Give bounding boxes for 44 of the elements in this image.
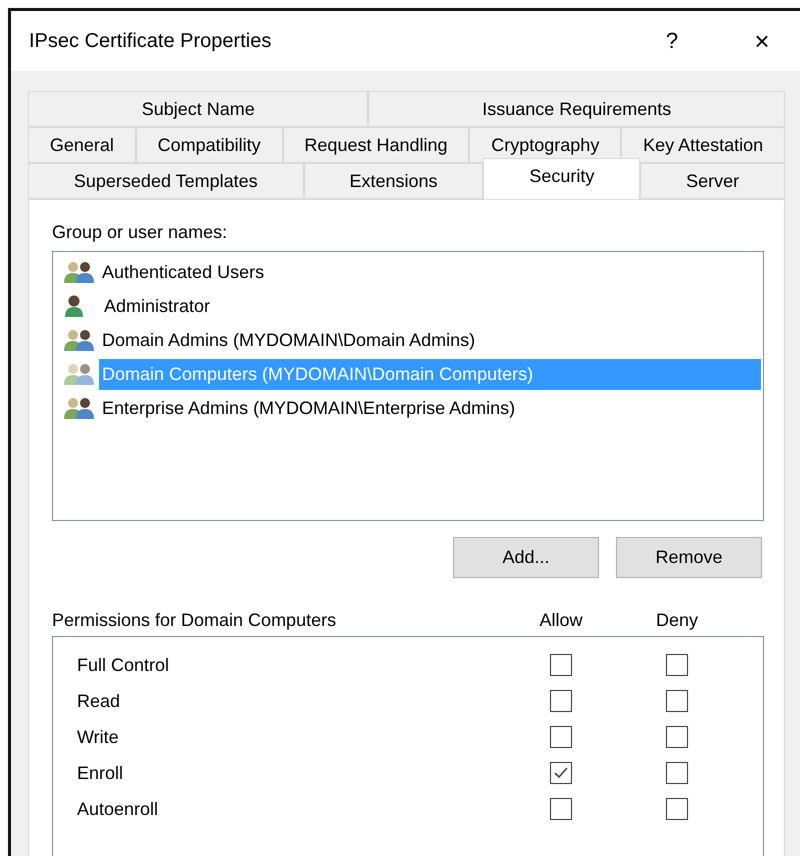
users-icon	[63, 261, 97, 283]
tab[interactable]: Request Handling	[282, 127, 470, 163]
permission-name: Enroll	[77, 762, 124, 784]
allow-checkbox[interactable]	[550, 798, 572, 820]
users-icon	[63, 397, 97, 419]
tab[interactable]: Extensions	[304, 163, 484, 199]
allow-checkbox[interactable]	[550, 726, 572, 748]
user-icon	[65, 295, 83, 317]
allow-checkbox[interactable]	[550, 762, 572, 784]
deny-checkbox[interactable]	[666, 798, 688, 820]
list-item[interactable]: Domain Admins (MYDOMAIN\Domain Admins)	[99, 324, 478, 356]
permissions-label: Permissions for Domain Computers	[52, 610, 338, 630]
deny-checkbox[interactable]	[666, 762, 688, 784]
tab[interactable]: Security	[483, 158, 640, 199]
tab[interactable]: Subject Name	[28, 91, 368, 127]
allow-checkbox[interactable]	[550, 654, 572, 676]
tab[interactable]: General	[28, 127, 136, 163]
list-item[interactable]: Administrator	[101, 290, 214, 322]
list-item[interactable]: Enterprise Admins (MYDOMAIN\Enterprise Admins)	[99, 392, 518, 424]
member-list[interactable]: Authenticated Users Administrator Domain Admins (MYDOMAIN\Domain Admins) Domain Computers (MYDOMAIN\Domain Computers) Enterprise Admins (MYDOMAIN\Enterprise Admins)	[52, 251, 764, 521]
tab[interactable]: Issuance Requirements	[368, 91, 786, 127]
window-title: IPsec Certificate Properties	[29, 30, 272, 52]
permission-name: Autoenroll	[77, 798, 160, 820]
column-header: Allow	[538, 610, 584, 630]
add-button[interactable]: Add...	[453, 537, 599, 578]
users-icon	[63, 329, 97, 351]
close-button[interactable]: ×	[727, 16, 797, 66]
permission-name: Full Control	[77, 654, 170, 676]
tab[interactable]: Server	[640, 163, 786, 199]
column-header: Deny	[654, 610, 700, 630]
remove-button[interactable]: Remove	[616, 537, 762, 578]
permission-name: Read	[77, 690, 122, 712]
deny-checkbox[interactable]	[666, 654, 688, 676]
group-label: Group or user names:	[52, 222, 228, 243]
deny-checkbox[interactable]	[666, 726, 688, 748]
tab[interactable]: Compatibility	[136, 127, 283, 163]
tab[interactable]: Key Attestation	[621, 127, 786, 163]
permission-name: Write	[77, 726, 120, 748]
allow-checkbox[interactable]	[550, 690, 572, 712]
deny-checkbox[interactable]	[666, 690, 688, 712]
tab[interactable]: Superseded Templates	[28, 163, 304, 199]
help-button[interactable]: ?	[637, 16, 707, 66]
list-item[interactable]: Authenticated Users	[99, 256, 268, 288]
users-icon	[63, 363, 97, 385]
